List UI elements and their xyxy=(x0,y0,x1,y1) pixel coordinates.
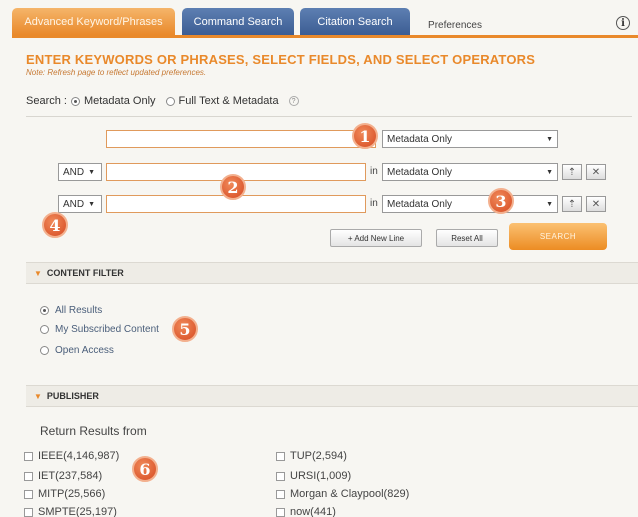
tab-bar: Advanced Keyword/Phrases Command Search … xyxy=(12,8,638,35)
content-option-open-access-label: Open Access xyxy=(55,345,114,356)
publisher-checkbox-morgan-claypool[interactable]: Morgan & Claypool(829) xyxy=(276,488,409,500)
chevron-down-icon: ▼ xyxy=(88,200,96,208)
tab-citation-search[interactable]: Citation Search xyxy=(300,8,410,35)
publisher-label: IET(237,584) xyxy=(38,470,103,482)
publisher-checkbox-ieee[interactable]: IEEE(4,146,987) xyxy=(24,450,119,462)
operator-select-2[interactable]: AND ▼ xyxy=(58,163,102,181)
publisher-title: PUBLISHER xyxy=(46,391,99,401)
in-label-2: in xyxy=(370,166,378,177)
help-icon[interactable]: ? xyxy=(288,96,299,106)
tab-underline xyxy=(12,35,638,38)
move-up-button-2[interactable]: ⇡ xyxy=(562,164,582,180)
chevron-down-icon: ▼ xyxy=(546,168,553,176)
content-option-all[interactable]: All Results xyxy=(40,305,102,316)
publisher-checkbox-tup[interactable]: TUP(2,594) xyxy=(276,450,347,462)
checkbox[interactable] xyxy=(276,507,285,517)
operator-value-2: AND xyxy=(63,166,85,178)
checkbox[interactable] xyxy=(24,471,33,481)
keyword-input-1[interactable] xyxy=(106,130,376,148)
field-select-2[interactable]: Metadata Only ▼ xyxy=(382,163,558,181)
publisher-label: MITP(25,566) xyxy=(38,488,106,500)
move-up-button-3[interactable]: ⇡ xyxy=(562,196,582,212)
operator-select-3[interactable]: AND ▼ xyxy=(58,195,102,213)
content-option-subscribed[interactable]: My Subscribed Content xyxy=(40,324,159,335)
content-option-all-label: All Results xyxy=(55,305,103,316)
radio-metadata-only[interactable] xyxy=(70,96,80,106)
caret-down-icon: ▼ xyxy=(34,268,42,278)
search-scope: Search : Metadata Only Full Text & Metad… xyxy=(26,95,299,107)
checkbox[interactable] xyxy=(24,489,33,499)
radio-full-text[interactable] xyxy=(165,96,175,106)
chevron-down-icon: ▼ xyxy=(88,168,96,176)
search-button[interactable]: SEARCH xyxy=(509,223,607,250)
publisher-label: SMPTE(25,197) xyxy=(38,506,117,517)
return-results-label: Return Results from xyxy=(40,424,147,438)
add-new-line-button[interactable]: + Add New Line xyxy=(330,229,422,247)
info-icon[interactable]: i xyxy=(616,16,630,30)
chevron-down-icon: ▼ xyxy=(546,135,553,143)
marker-6: 6 xyxy=(132,456,158,482)
field-select-1[interactable]: Metadata Only ▼ xyxy=(382,130,558,148)
checkbox[interactable] xyxy=(24,507,33,517)
content-option-open-access[interactable]: Open Access xyxy=(40,345,114,356)
content-filter-header[interactable]: ▼ CONTENT FILTER xyxy=(26,262,638,284)
publisher-checkbox-iet[interactable]: IET(237,584) xyxy=(24,470,102,482)
checkbox[interactable] xyxy=(276,471,285,481)
remove-row-button-3[interactable]: ✕ xyxy=(586,196,606,212)
remove-row-button-2[interactable]: ✕ xyxy=(586,164,606,180)
content-filter-title: CONTENT FILTER xyxy=(46,268,124,278)
operator-value-3: AND xyxy=(63,198,85,210)
tab-advanced-keyword[interactable]: Advanced Keyword/Phrases xyxy=(12,8,175,35)
publisher-label: TUP(2,594) xyxy=(290,450,347,462)
marker-2: 2 xyxy=(220,174,246,200)
publisher-label: now(441) xyxy=(290,506,336,517)
publisher-checkbox-ursi[interactable]: URSI(1,009) xyxy=(276,470,351,482)
reset-all-button[interactable]: Reset All xyxy=(436,229,498,247)
publisher-checkbox-smpte[interactable]: SMPTE(25,197) xyxy=(24,506,117,517)
marker-4: 4 xyxy=(42,212,68,238)
radio-full-text-label: Full Text & Metadata xyxy=(178,95,279,107)
in-label-3: in xyxy=(370,198,378,209)
marker-1: 1 xyxy=(352,123,378,149)
radio-subscribed[interactable] xyxy=(40,325,49,334)
publisher-header[interactable]: ▼ PUBLISHER xyxy=(26,385,638,407)
field-select-2-value: Metadata Only xyxy=(387,166,453,178)
publisher-label: Morgan & Claypool(829) xyxy=(290,488,410,500)
caret-down-icon: ▼ xyxy=(34,391,42,401)
marker-5: 5 xyxy=(172,316,198,342)
field-select-3[interactable]: Metadata Only ▼ xyxy=(382,195,558,213)
field-select-1-value: Metadata Only xyxy=(387,133,453,145)
refresh-note: Note: Refresh page to reflect updated pr… xyxy=(26,68,207,77)
publisher-checkbox-now[interactable]: now(441) xyxy=(276,506,336,517)
divider xyxy=(26,116,632,117)
content-option-subscribed-label: My Subscribed Content xyxy=(55,324,159,335)
radio-metadata-only-label: Metadata Only xyxy=(83,95,156,107)
page-heading: ENTER KEYWORDS OR PHRASES, SELECT FIELDS… xyxy=(26,52,536,67)
publisher-checkbox-mitp[interactable]: MITP(25,566) xyxy=(24,488,105,500)
chevron-down-icon: ▼ xyxy=(546,200,553,208)
field-select-3-value: Metadata Only xyxy=(387,198,453,210)
checkbox[interactable] xyxy=(276,451,285,461)
checkbox[interactable] xyxy=(276,489,285,499)
publisher-label: URSI(1,009) xyxy=(290,470,352,482)
publisher-label: IEEE(4,146,987) xyxy=(38,450,120,462)
marker-3: 3 xyxy=(488,188,514,214)
checkbox[interactable] xyxy=(24,451,33,461)
tab-command-search[interactable]: Command Search xyxy=(182,8,294,35)
radio-all-results[interactable] xyxy=(40,306,49,315)
tab-preferences[interactable]: Preferences xyxy=(420,16,490,34)
search-scope-label: Search : xyxy=(26,95,67,107)
radio-open-access[interactable] xyxy=(40,346,49,355)
